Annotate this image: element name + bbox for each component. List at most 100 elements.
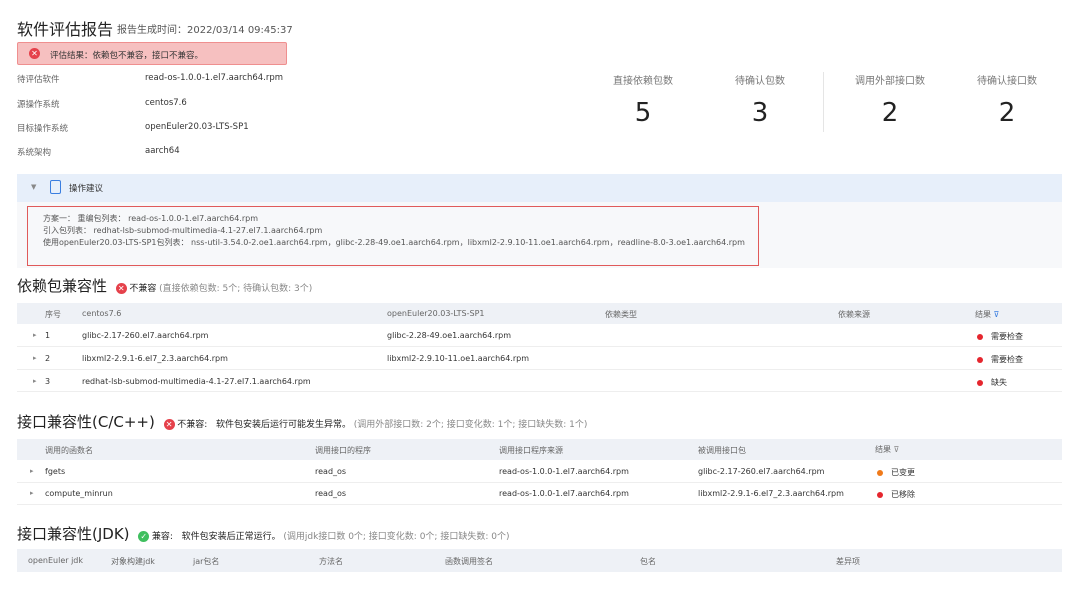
cell-result: 需要检查 xyxy=(977,354,1023,365)
result-text: 缺失 xyxy=(991,378,1007,387)
suggestion-line: 引入包列表： redhat-lsb-submod-multimedia-4.1-… xyxy=(43,225,322,236)
column-header: 包名 xyxy=(640,556,656,567)
expand-caret-icon[interactable]: ▸ xyxy=(33,331,37,339)
cell-prog: read_os xyxy=(315,489,346,498)
alert-text: 评估结果：依赖包不兼容，接口不兼容。 xyxy=(50,49,203,61)
status-dot xyxy=(877,492,883,498)
cell-func: compute_minrun xyxy=(45,489,113,498)
cell-no: 2 xyxy=(45,354,50,363)
status-text: 不兼容 xyxy=(129,284,156,294)
deps-section-header: 依赖包兼容性 ✕ 不兼容 (直接依赖包数: 5个; 待确认包数: 3个) xyxy=(17,275,312,296)
expand-caret-icon[interactable]: ▸ xyxy=(30,489,34,497)
column-header: 对象构建jdk xyxy=(111,556,155,567)
cell-result: 已移除 xyxy=(877,489,915,500)
report-time: 报告生成时间：2022/03/14 09:45:37 xyxy=(117,21,293,36)
result-text: 已移除 xyxy=(891,490,915,499)
success-icon: ✓ xyxy=(138,531,149,542)
error-icon: ✕ xyxy=(116,283,127,294)
cell-dst: glibc-2.28-49.oe1.aarch64.rpm xyxy=(387,331,511,340)
cell-src: redhat-lsb-submod-multimedia-4.1-27.el7.… xyxy=(82,377,311,386)
cell-func: fgets xyxy=(45,467,65,476)
cell-src: glibc-2.17-260.el7.aarch64.rpm xyxy=(82,331,208,340)
column-header: 调用接口的程序 xyxy=(315,445,371,456)
filter-icon[interactable]: ⊽ xyxy=(894,445,900,454)
stat-value: 3 xyxy=(752,98,769,128)
error-icon: ✕ xyxy=(29,48,40,59)
status-desc: 软件包安装后运行可能发生异常。 xyxy=(216,420,351,430)
suggestion-line: 方案一： 重编包列表： read-os-1.0.0-1.el7.aarch64.… xyxy=(43,213,258,224)
status-dot xyxy=(977,334,983,340)
table-header xyxy=(17,549,1062,572)
cell-src: read-os-1.0.0-1.el7.aarch64.rpm xyxy=(499,467,629,476)
filter-icon[interactable]: ⊽ xyxy=(994,310,1000,319)
cell-src: read-os-1.0.0-1.el7.aarch64.rpm xyxy=(499,489,629,498)
cell-pkg: glibc-2.17-260.el7.aarch64.rpm xyxy=(698,467,824,476)
column-header: 被调用接口包 xyxy=(698,445,746,456)
column-header: openEuler jdk xyxy=(28,556,83,565)
column-header: 调用接口程序来源 xyxy=(499,445,563,456)
divider xyxy=(823,72,824,132)
suggestion-title: 操作建议 xyxy=(69,182,103,194)
cell-result: 已变更 xyxy=(877,467,915,478)
section-title: 依赖包兼容性 xyxy=(17,277,107,295)
column-header: 差异项 xyxy=(836,556,860,567)
table-header xyxy=(17,303,1062,324)
expand-caret-icon[interactable]: ▸ xyxy=(30,467,34,475)
cell-pkg: libxml2-2.9.1-6.el7_2.3.aarch64.rpm xyxy=(698,489,844,498)
status-dot xyxy=(977,380,983,386)
suggestion-line: 使用openEuler20.03-LTS-SP1包列表： nss-util-3.… xyxy=(43,237,745,248)
column-header-result: 结果 ⊽ xyxy=(975,309,999,320)
info-value: openEuler20.03-LTS-SP1 xyxy=(145,122,249,132)
cell-dst: libxml2-2.9.10-11.oe1.aarch64.rpm xyxy=(387,354,529,363)
column-header: jar包名 xyxy=(193,556,219,567)
cpp-section-header: 接口兼容性(C/C++) ✕ 不兼容: 软件包安装后运行可能发生异常。 (调用外… xyxy=(17,411,587,432)
error-icon: ✕ xyxy=(164,419,175,430)
summary-text: (直接依赖包数: 5个; 待确认包数: 3个) xyxy=(159,284,312,294)
info-label: 目标操作系统 xyxy=(17,122,68,134)
status-dot xyxy=(877,470,883,476)
result-text: 需要检查 xyxy=(991,332,1023,341)
page-title: 软件评估报告 xyxy=(17,16,113,40)
expand-caret-icon[interactable]: ▸ xyxy=(33,377,37,385)
collapse-caret-icon[interactable]: ▼ xyxy=(31,183,36,191)
section-title: 接口兼容性(JDK) xyxy=(17,525,130,543)
column-header: 依赖类型 xyxy=(605,309,637,320)
column-header: 方法名 xyxy=(319,556,343,567)
column-header-label: 结果 xyxy=(975,310,991,319)
info-value: aarch64 xyxy=(145,146,180,156)
result-alert: ✕ 评估结果：依赖包不兼容，接口不兼容。 xyxy=(17,42,287,65)
cell-prog: read_os xyxy=(315,467,346,476)
status-text: 兼容: xyxy=(152,532,173,542)
info-label: 系统架构 xyxy=(17,146,51,158)
column-header-label: 结果 xyxy=(875,445,891,454)
status-dot xyxy=(977,357,983,363)
status-desc: 软件包安装后正常运行。 xyxy=(182,532,281,542)
summary-text: (调用jdk接口数 0个; 接口变化数: 0个; 接口缺失数: 0个) xyxy=(283,532,509,542)
cell-result: 需要检查 xyxy=(977,331,1023,342)
suggestion-header[interactable]: ▼ 操作建议 xyxy=(17,174,1062,202)
document-settings-icon xyxy=(50,180,61,194)
expand-caret-icon[interactable]: ▸ xyxy=(33,354,37,362)
column-header: openEuler20.03-LTS-SP1 xyxy=(387,309,485,318)
info-label: 源操作系统 xyxy=(17,98,60,110)
report-time-value: 2022/03/14 09:45:37 xyxy=(187,25,293,36)
report-time-label: 报告生成时间： xyxy=(117,25,187,36)
column-header-result: 结果 ⊽ xyxy=(875,444,899,455)
stat-value: 5 xyxy=(635,98,652,128)
column-header: 依赖来源 xyxy=(838,309,870,320)
result-text: 已变更 xyxy=(891,468,915,477)
column-header: centos7.6 xyxy=(82,309,121,318)
jdk-section-header: 接口兼容性(JDK) ✓ 兼容: 软件包安装后正常运行。 (调用jdk接口数 0… xyxy=(17,523,509,544)
section-title: 接口兼容性(C/C++) xyxy=(17,413,155,431)
summary-text: (调用外部接口数: 2个; 接口变化数: 1个; 接口缺失数: 1个) xyxy=(354,420,588,430)
stat-label: 待确认接口数 xyxy=(977,72,1037,87)
status-text: 不兼容: xyxy=(177,420,207,430)
info-label: 待评估软件 xyxy=(17,73,60,85)
stat-label: 待确认包数 xyxy=(735,72,785,87)
column-header: 调用的函数名 xyxy=(45,445,93,456)
stat-value: 2 xyxy=(999,98,1016,128)
column-header: 函数调用签名 xyxy=(445,556,493,567)
stat-label: 直接依赖包数 xyxy=(613,72,673,87)
stat-label: 调用外部接口数 xyxy=(855,72,925,87)
info-value: read-os-1.0.0-1.el7.aarch64.rpm xyxy=(145,73,283,83)
